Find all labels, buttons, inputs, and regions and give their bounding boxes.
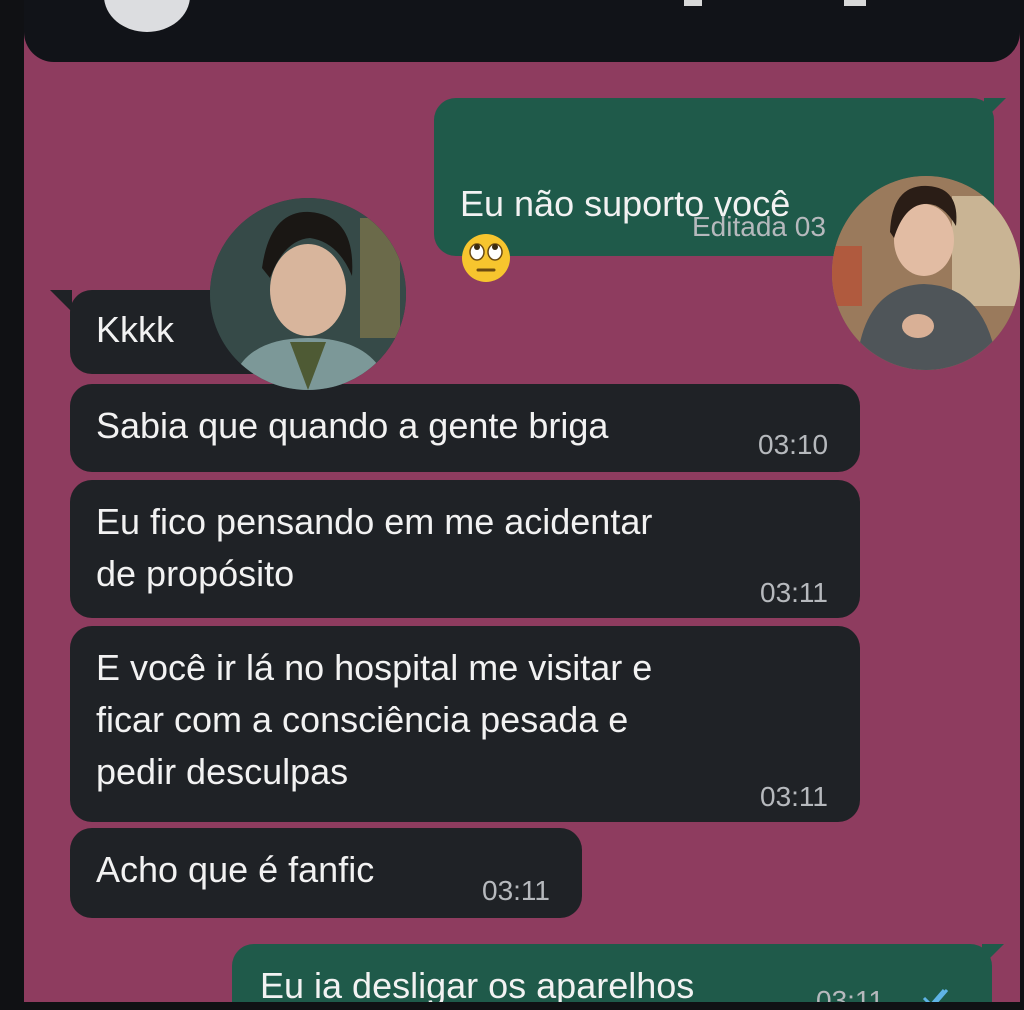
call-icon[interactable] [684, 0, 702, 6]
message-time: 03:11 [816, 985, 884, 1003]
message-text: Eu fico pensando em me acidentar de prop… [96, 501, 653, 594]
message-time: 03:11 [760, 577, 828, 608]
screenshot-frame: Eu não suporto você Editada 03 Kkkk Sabi… [0, 0, 1024, 1010]
message-status: Editada 03 [692, 211, 826, 242]
message-text: Eu ia desligar os aparelhos [260, 965, 695, 1002]
message-bubble-incoming[interactable]: Eu fico pensando em me acidentar de prop… [70, 480, 860, 618]
message-time: 03:11 [760, 781, 828, 812]
message-text: Kkkk [96, 309, 175, 350]
avatar-right [832, 176, 1020, 370]
contact-avatar[interactable] [104, 0, 190, 32]
chat-area[interactable]: Eu não suporto você Editada 03 Kkkk Sabi… [24, 0, 1020, 1002]
search-icon[interactable] [844, 0, 866, 6]
avatar-left [210, 198, 406, 390]
message-time: 03:11 [482, 875, 550, 906]
message-text: Sabia que quando a gente briga [96, 405, 609, 446]
person-photo-icon [832, 176, 1020, 370]
face-with-rolling-eyes-icon [462, 234, 510, 283]
chat-header [24, 0, 1020, 62]
message-time: 03:10 [758, 429, 829, 460]
double-check-icon [922, 989, 949, 1002]
person-photo-icon [210, 198, 406, 390]
message-bubble-outgoing[interactable]: Eu ia desligar os aparelhos 03:11 [232, 944, 992, 1002]
bubble-tail [984, 98, 1006, 120]
message-bubble-incoming[interactable]: Sabia que quando a gente briga 03:10 [70, 384, 860, 472]
message-bubble-incoming[interactable]: E você ir lá no hospital me visitar e fi… [70, 626, 860, 822]
bubble-tail [982, 944, 1004, 966]
message-text: Acho que é fanfic [96, 849, 375, 890]
message-text: E você ir lá no hospital me visitar e fi… [96, 647, 653, 792]
message-bubble-incoming[interactable]: Acho que é fanfic 03:11 [70, 828, 582, 918]
bubble-tail [50, 290, 72, 312]
